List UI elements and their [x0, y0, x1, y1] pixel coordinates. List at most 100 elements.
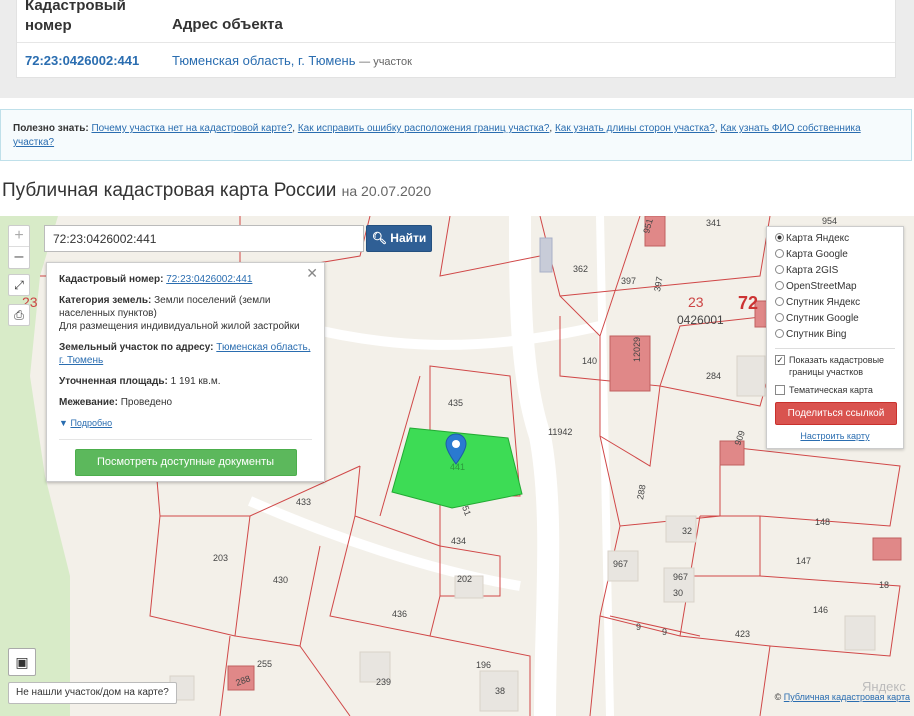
label-23b: 23: [688, 294, 704, 310]
layer-option-label: Карта Google: [786, 249, 848, 260]
label-255: 255: [257, 659, 272, 669]
useful-label: Полезно знать:: [13, 123, 89, 134]
label-196: 196: [476, 660, 491, 670]
label-0426001: 0426001: [677, 313, 724, 327]
label-433: 433: [296, 497, 311, 507]
show-borders-checkbox-row[interactable]: ✓ Показать кадастровые границы участков: [775, 354, 895, 378]
page-title: Публичная кадастровая карта России на 20…: [2, 180, 431, 202]
cadastral-table-panel: Кадастровый номер Адрес объекта 72:23:04…: [0, 0, 914, 98]
layer-option-yandex-satellite[interactable]: Спутник Яндекс: [775, 295, 895, 311]
page-title-text: Публичная кадастровая карта России: [2, 180, 337, 201]
label-38: 38: [495, 686, 505, 696]
label-967b: 967: [673, 572, 688, 582]
info-more-link[interactable]: Подробно: [70, 418, 112, 428]
map-layers-panel: Карта Яндекс Карта Google Карта 2GIS Ope…: [766, 226, 904, 449]
label-967a: 967: [613, 559, 628, 569]
label-202: 202: [457, 574, 472, 584]
info-area-row: Уточненная площадь: 1 191 кв.м.: [59, 375, 312, 388]
useful-link-missing[interactable]: Почему участка нет на кадастровой карте?: [91, 123, 292, 134]
label-51: 51: [460, 504, 473, 517]
map-search-button[interactable]: 🔍︎ Найти: [366, 225, 432, 252]
label-397b: 397: [652, 276, 664, 293]
radio-icon[interactable]: [775, 329, 784, 338]
label-436: 436: [392, 609, 407, 619]
info-area-value: 1 191 кв.м.: [170, 376, 221, 387]
label-423: 423: [735, 629, 750, 639]
label-362: 362: [573, 264, 588, 274]
layer-option-label: Спутник Google: [786, 313, 859, 324]
cadastral-map[interactable]: 951 341 954 23 72 362 397 397 23 0426001…: [0, 216, 914, 716]
zoom-in-button[interactable]: +: [9, 226, 29, 247]
info-cad-link[interactable]: 72:23:0426002:441: [166, 274, 252, 285]
checkbox-checked-icon[interactable]: ✓: [775, 355, 785, 365]
layer-option-google-map[interactable]: Карта Google: [775, 247, 895, 263]
not-found-button[interactable]: Не нашли участок/дом на карте?: [8, 682, 177, 704]
info-address-row: Земельный участок по адресу: Тюменская о…: [59, 341, 312, 367]
info-category-row: Категория земель: Земли поселений (земли…: [59, 294, 312, 333]
copyright-icon: ©: [774, 692, 782, 702]
label-203: 203: [213, 553, 228, 563]
checkbox-icon[interactable]: [775, 385, 785, 395]
layers-divider: [775, 348, 895, 349]
info-usage: Для размещения индивидуальной жилой заст…: [59, 321, 300, 332]
fullscreen-button[interactable]: ⤢: [8, 274, 30, 296]
layer-option-2gis-map[interactable]: Карта 2GIS: [775, 263, 895, 279]
zoom-control: + –: [8, 225, 30, 269]
radio-icon[interactable]: [775, 281, 784, 290]
address-suffix: — участок: [359, 56, 412, 68]
table-divider: [17, 42, 895, 43]
info-more-row[interactable]: ▼ Подробно: [59, 417, 312, 430]
label-147: 147: [796, 556, 811, 566]
useful-info-box: Полезно знать: Почему участка нет на кад…: [0, 109, 912, 161]
label-430: 430: [273, 575, 288, 585]
map-search-input[interactable]: [44, 225, 364, 252]
layer-option-label: Карта Яндекс: [786, 233, 850, 244]
column-header-number: Кадастровый номер: [25, 0, 126, 34]
info-survey-value: Проведено: [120, 397, 173, 408]
thematic-checkbox-row[interactable]: Тематическая карта: [775, 384, 895, 396]
label-148: 148: [815, 517, 830, 527]
info-divider: [59, 439, 312, 440]
layer-option-google-satellite[interactable]: Спутник Google: [775, 311, 895, 327]
address-link[interactable]: Тюменская область, г. Тюмень: [172, 53, 356, 68]
layer-option-bing-satellite[interactable]: Спутник Bing: [775, 327, 895, 343]
label-140: 140: [582, 356, 597, 366]
share-link-button[interactable]: Поделиться ссылкой: [775, 402, 897, 425]
cadastral-number-link[interactable]: 72:23:0426002:441: [25, 53, 139, 68]
label-435: 435: [448, 398, 463, 408]
info-address-label: Земельный участок по адресу:: [59, 342, 214, 353]
close-icon[interactable]: ✕: [306, 266, 318, 280]
road-main: [509, 216, 560, 716]
view-documents-button[interactable]: Посмотреть доступные документы: [74, 449, 297, 476]
configure-map-link[interactable]: Настроить карту: [775, 431, 895, 441]
info-area-label: Уточненная площадь:: [59, 376, 168, 387]
address-cell: Тюменская область, г. Тюмень — участок: [172, 53, 412, 68]
print-button[interactable]: ⎙: [8, 304, 30, 326]
layer-option-label: Спутник Яндекс: [786, 297, 861, 308]
road-cross: [298, 321, 602, 350]
show-borders-label: Показать кадастровые границы участков: [789, 355, 885, 377]
info-cad-row: Кадастровый номер: 72:23:0426002:441: [59, 273, 312, 286]
label-18: 18: [879, 580, 889, 590]
copyright-link[interactable]: Публичная кадастровая карта: [784, 692, 910, 702]
cadastral-table: Кадастровый номер Адрес объекта 72:23:04…: [16, 0, 896, 78]
radio-icon[interactable]: [775, 265, 784, 274]
useful-link-fix-error[interactable]: Как исправить ошибку расположения границ…: [298, 123, 550, 134]
label-397: 397: [621, 276, 636, 286]
radio-checked-icon[interactable]: [775, 233, 784, 242]
location-pin-icon: [445, 433, 467, 465]
zoom-out-button[interactable]: –: [9, 247, 29, 268]
radio-icon[interactable]: [775, 313, 784, 322]
info-survey-label: Межевание:: [59, 397, 118, 408]
layer-option-yandex-map[interactable]: Карта Яндекс: [775, 231, 895, 247]
radio-icon[interactable]: [775, 249, 784, 258]
map-layer-button[interactable]: ▣: [8, 648, 36, 676]
label-11942: 11942: [548, 427, 572, 437]
print-icon: ⎙: [14, 308, 24, 322]
layer-option-osm[interactable]: OpenStreetMap: [775, 279, 895, 295]
info-survey-row: Межевание: Проведено: [59, 396, 312, 409]
radio-icon[interactable]: [775, 297, 784, 306]
label-12029: 12029: [632, 337, 642, 362]
label-288: 288: [635, 484, 647, 501]
useful-link-side-lengths[interactable]: Как узнать длины сторон участка?: [555, 123, 715, 134]
